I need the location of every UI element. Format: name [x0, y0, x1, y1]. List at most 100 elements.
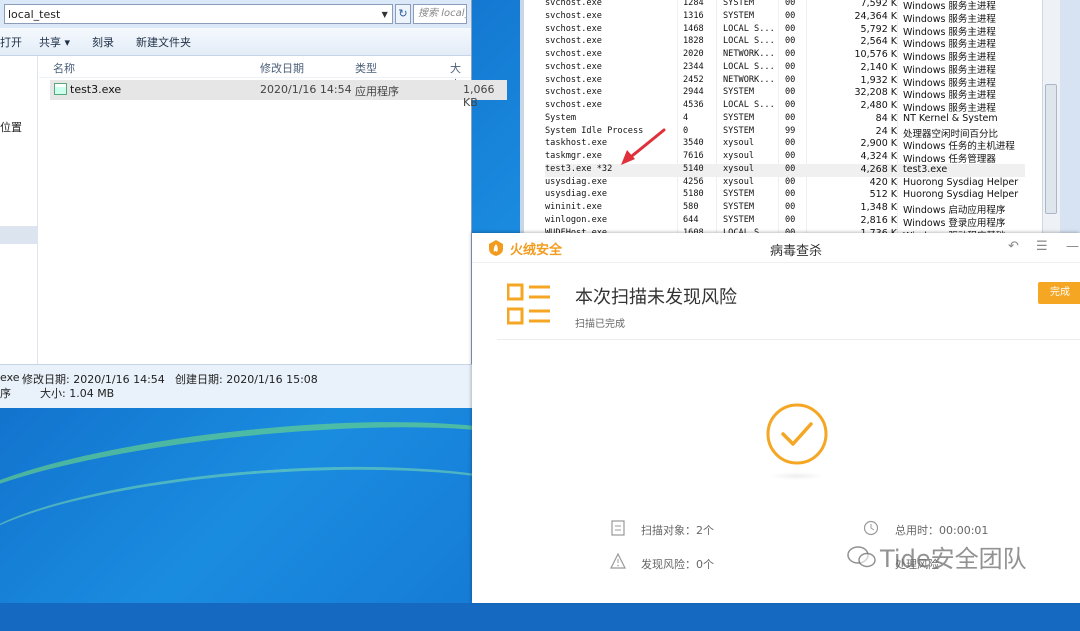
navigation-pane: 位置 — [0, 56, 38, 364]
search-input[interactable]: 搜索 local_test — [413, 4, 467, 24]
scrollbar-thumb[interactable] — [1045, 84, 1057, 214]
refresh-icon[interactable]: ↻ — [394, 4, 412, 24]
process-cpu: 00 — [785, 10, 796, 21]
process-memory: 10,576 K — [854, 49, 898, 60]
process-user: SYSTEM — [723, 87, 755, 98]
process-memory: 5,792 K — [860, 23, 897, 35]
huorong-logo-icon — [489, 240, 503, 256]
process-name: svchost.exe — [545, 0, 602, 8]
divider — [497, 339, 1080, 340]
file-size: 1,066 KB — [463, 83, 495, 109]
process-row[interactable]: svchost.exe 1828 LOCAL S... 00 2,564 K Window… — [545, 36, 1025, 50]
file-row[interactable]: test3.exe 2020/1/16 14:54 应用程序 1,066 KB — [50, 80, 507, 109]
process-pid: 3540 — [683, 138, 704, 149]
process-memory: 32,208 K — [854, 87, 898, 99]
process-user: LOCAL S... — [723, 23, 775, 34]
process-memory: 24 K — [875, 125, 897, 137]
process-cpu: 00 — [785, 176, 796, 187]
process-row[interactable]: usysdiag.exe 4256 xysoul 00 420 K Huorong Sys… — [545, 177, 1025, 190]
task-manager-scrollbar[interactable] — [1042, 0, 1060, 234]
process-row[interactable]: svchost.exe 2452 NETWORK... 00 1,932 K Window… — [545, 74, 1025, 89]
process-row[interactable]: svchost.exe 1284 SYSTEM 00 7,592 K Windows 服务… — [545, 0, 1025, 12]
column-type[interactable]: 类型 — [355, 60, 377, 76]
explorer-window: local_test ▼ ↻ 搜索 local_test 打开 共享 ▾ 刻录 … — [0, 0, 507, 408]
process-name: svchost.exe — [545, 49, 602, 59]
process-pid: 2944 — [683, 87, 704, 98]
process-pid: 4 — [683, 112, 689, 123]
huorong-titlebar: 火绒安全 病毒查杀 ↶ ☰ — — [472, 233, 1080, 263]
process-user: NETWORK... — [723, 49, 775, 59]
process-user: xysoul — [723, 138, 755, 149]
process-row[interactable]: usysdiag.exe 5180 SYSTEM 00 512 K Huorong Sys… — [545, 189, 1025, 202]
process-pid: 580 — [683, 202, 699, 212]
column-name[interactable]: 名称 — [53, 60, 75, 76]
process-cpu: 00 — [785, 151, 796, 161]
document-icon — [611, 520, 625, 536]
scan-status: 扫描已完成 — [575, 319, 625, 330]
toolbar-open-button[interactable]: 打开 — [0, 34, 33, 50]
minimize-icon[interactable]: — — [1066, 239, 1079, 254]
process-name: usysdiag.exe — [545, 176, 608, 187]
details-created: 创建日期: 2020/1/16 15:08 — [175, 373, 318, 386]
process-name: svchost.exe — [545, 10, 602, 21]
process-user: SYSTEM — [723, 189, 755, 200]
exe-file-icon — [54, 83, 67, 95]
warning-icon — [610, 553, 626, 569]
process-row[interactable]: System 4 SYSTEM 00 84 K NT Kernel & System — [545, 113, 1025, 126]
process-cpu: 99 — [785, 125, 796, 136]
process-name: System — [545, 112, 577, 123]
process-pid: 1284 — [683, 0, 704, 8]
process-row[interactable]: svchost.exe 1468 LOCAL S... 00 5,792 K Window… — [545, 23, 1025, 38]
process-pid: 5140 — [683, 163, 704, 174]
process-memory: 1,932 K — [860, 74, 897, 86]
process-row[interactable]: wininit.exe 580 SYSTEM 00 1,348 K Windows 启动应… — [545, 202, 1025, 216]
process-description: test3.exe — [903, 163, 948, 175]
back-icon[interactable]: ↶ — [1008, 239, 1019, 254]
process-memory: 2,140 K — [860, 61, 897, 73]
process-memory: 4,268 K — [860, 163, 897, 175]
process-memory: 420 K — [869, 176, 897, 188]
risk-count: 发现风险：0个 — [641, 558, 714, 571]
address-bar-row: local_test ▼ ↻ 搜索 local_test — [0, 0, 471, 28]
process-user: SYSTEM — [723, 112, 755, 123]
details-pane: exe 修改日期: 2020/1/16 14:54 创建日期: 2020/1/1… — [0, 364, 472, 408]
done-button[interactable]: 完成 — [1038, 282, 1080, 304]
file-type: 应用程序 — [355, 85, 399, 98]
address-bar[interactable]: local_test ▼ — [4, 4, 393, 24]
process-row[interactable]: svchost.exe 2344 LOCAL S... 00 2,140 K Window… — [545, 61, 1025, 76]
process-cpu: 00 — [785, 61, 796, 72]
process-row[interactable]: svchost.exe 2944 SYSTEM 00 32,208 K Windows 服… — [545, 87, 1025, 101]
nav-item-selected[interactable] — [0, 226, 37, 244]
process-cpu: 00 — [785, 36, 796, 47]
process-cpu: 00 — [785, 189, 796, 200]
process-row[interactable]: svchost.exe 2020 NETWORK... 00 10,576 K Windo… — [545, 49, 1025, 63]
process-name: svchost.exe — [545, 61, 602, 72]
toolbar-share-button[interactable]: 共享 ▾ — [33, 34, 81, 50]
process-pid: 1828 — [683, 36, 704, 47]
process-row[interactable]: winlogon.exe 644 SYSTEM 00 2,816 K Windows 登录… — [545, 214, 1025, 229]
process-user: SYSTEM — [723, 10, 755, 21]
toolbar-burn-button[interactable]: 刻录 — [81, 34, 125, 50]
process-user: LOCAL S... — [723, 36, 775, 47]
menu-icon[interactable]: ☰ — [1036, 239, 1048, 254]
process-user: xysoul — [723, 176, 755, 187]
process-row[interactable]: svchost.exe 1316 SYSTEM 00 24,364 K Windows 服… — [545, 10, 1025, 25]
process-name: taskmgr.exe — [545, 151, 602, 161]
process-pid: 0 — [683, 125, 689, 136]
process-pid: 1468 — [683, 23, 704, 34]
process-name: svchost.exe — [545, 36, 602, 47]
chevron-down-icon[interactable]: ▼ — [382, 10, 388, 19]
process-name: taskhost.exe — [545, 138, 608, 149]
process-cpu: 00 — [785, 23, 796, 34]
process-name: winlogon.exe — [545, 214, 608, 225]
process-cpu: 00 — [785, 74, 796, 85]
process-row[interactable]: svchost.exe 4536 LOCAL S... 00 2,480 K Window… — [545, 100, 1025, 114]
process-cpu: 00 — [785, 138, 796, 149]
column-modified[interactable]: 修改日期 — [260, 60, 304, 76]
toolbar-new-folder-button[interactable]: 新建文件夹 — [125, 34, 202, 50]
process-pid: 1316 — [683, 10, 704, 21]
process-memory: 512 K — [869, 189, 897, 201]
nav-item-location[interactable]: 位置 — [0, 119, 22, 135]
process-user: xysoul — [723, 163, 755, 174]
process-user: LOCAL S... — [723, 100, 775, 110]
